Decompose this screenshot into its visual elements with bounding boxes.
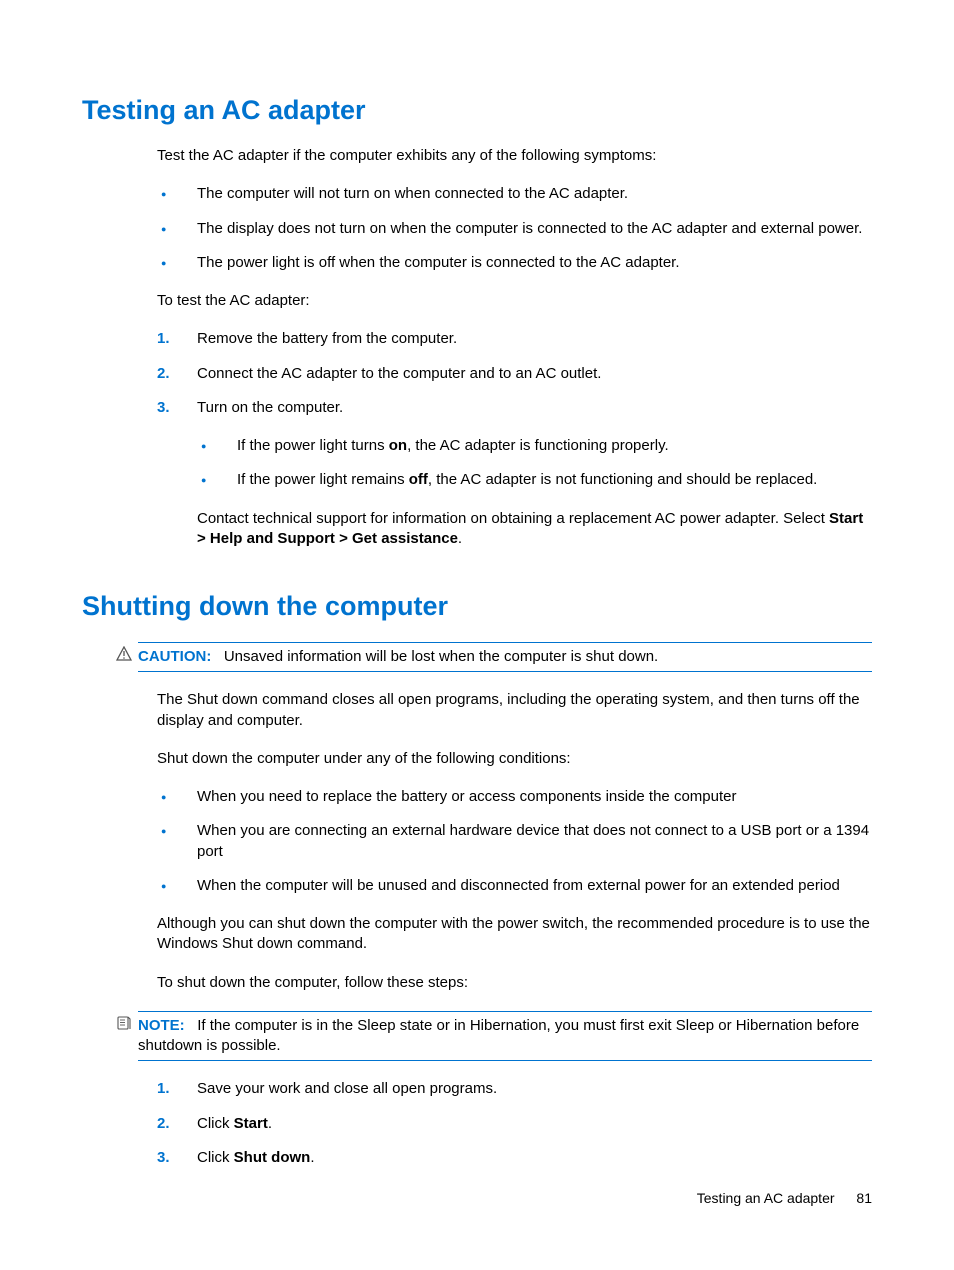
paragraph: To shut down the computer, follow these … (157, 973, 872, 993)
test-steps: 1.Remove the battery from the computer. … (157, 329, 872, 418)
bold-text: on (389, 437, 407, 454)
paragraph: The Shut down command closes all open pr… (157, 690, 872, 731)
text: , the AC adapter is functioning properly… (407, 437, 669, 454)
step-text: Remove the battery from the computer. (197, 330, 457, 347)
step-text: Save your work and close all open progra… (197, 1080, 497, 1097)
note-text: If the computer is in the Sleep state or… (138, 1017, 859, 1054)
text: If the power light remains (237, 471, 409, 488)
list-item: When the computer will be unused and dis… (157, 876, 872, 896)
paragraph: Although you can shut down the computer … (157, 914, 872, 955)
list-item: When you need to replace the battery or … (157, 787, 872, 807)
list-item: 1.Remove the battery from the computer. (157, 329, 872, 349)
text: Click (197, 1115, 234, 1132)
note-label: NOTE: (138, 1017, 185, 1034)
shutdown-steps: 1.Save your work and close all open prog… (157, 1079, 872, 1168)
intro-paragraph: Test the AC adapter if the computer exhi… (157, 146, 872, 166)
list-item: The power light is off when the computer… (157, 253, 872, 273)
caution-text: Unsaved information will be lost when th… (224, 648, 658, 665)
caution-box: CAUTION: Unsaved information will be los… (138, 642, 872, 672)
paragraph: Shut down the computer under any of the … (157, 749, 872, 769)
heading-shutting-down: Shutting down the computer (82, 591, 872, 622)
step-text: Turn on the computer. (197, 399, 343, 416)
footer-title: Testing an AC adapter (697, 1190, 835, 1206)
list-item: If the power light turns on, the AC adap… (197, 436, 872, 456)
note-icon (116, 1015, 132, 1031)
list-item: 1.Save your work and close all open prog… (157, 1079, 872, 1099)
list-item: If the power light remains off, the AC a… (197, 470, 872, 490)
text: . (268, 1115, 272, 1132)
note-box: NOTE: If the computer is in the Sleep st… (138, 1011, 872, 1062)
text: Contact technical support for informatio… (197, 510, 829, 527)
bold-text: off (409, 471, 428, 488)
bold-text: Start (234, 1115, 268, 1132)
page-number: 81 (856, 1190, 872, 1206)
list-item: 2.Connect the AC adapter to the computer… (157, 364, 872, 384)
text: Click (197, 1149, 234, 1166)
list-item: 2.Click Start. (157, 1114, 872, 1134)
symptom-list: The computer will not turn on when conne… (157, 184, 872, 273)
step-text: Connect the AC adapter to the computer a… (197, 365, 601, 382)
test-intro: To test the AC adapter: (157, 291, 872, 311)
list-item: The display does not turn on when the co… (157, 219, 872, 239)
caution-label: CAUTION: (138, 648, 211, 665)
conditions-list: When you need to replace the battery or … (157, 787, 872, 896)
heading-testing-ac-adapter: Testing an AC adapter (82, 95, 872, 126)
contact-paragraph: Contact technical support for informatio… (197, 509, 872, 550)
bold-text: Shut down (234, 1149, 311, 1166)
text: , the AC adapter is not functioning and … (428, 471, 817, 488)
power-light-results: If the power light turns on, the AC adap… (197, 436, 872, 491)
text: . (310, 1149, 314, 1166)
caution-icon (116, 646, 132, 662)
list-item: 3.Click Shut down. (157, 1148, 872, 1168)
list-item: The computer will not turn on when conne… (157, 184, 872, 204)
text: . (458, 530, 462, 547)
list-item: When you are connecting an external hard… (157, 821, 872, 862)
list-item: 3.Turn on the computer. (157, 398, 872, 418)
page-footer: Testing an AC adapter 81 (697, 1190, 872, 1206)
text: If the power light turns (237, 437, 389, 454)
